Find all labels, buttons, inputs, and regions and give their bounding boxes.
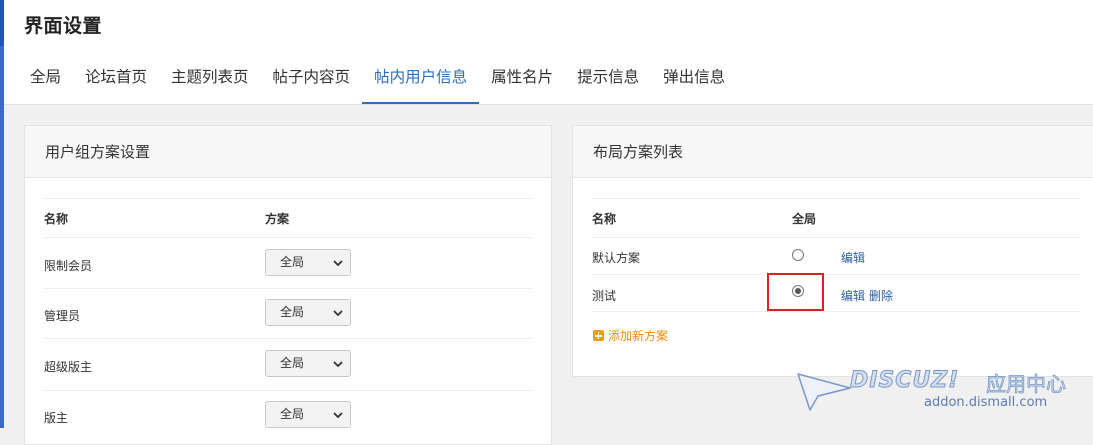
usergroup-name: 版主 (44, 411, 69, 425)
column-header-global: 全局 (792, 212, 817, 226)
column-header-name: 名称 (44, 212, 69, 226)
divider (592, 311, 1080, 312)
usergroup-name: 超级版主 (44, 360, 93, 374)
tab-bar: 全局 论坛首页 主题列表页 帖子内容页 帖内用户信息 属性名片 提示信息 弹出信… (18, 62, 737, 104)
chevron-down-icon (333, 361, 343, 368)
paper-plane-icon (797, 373, 851, 411)
scheme-select[interactable]: 全局 (265, 249, 351, 276)
plus-square-icon (593, 330, 604, 341)
scheme-select-value: 全局 (280, 356, 305, 370)
usergroup-scheme-panel: 用户组方案设置 (24, 125, 552, 445)
tab-global[interactable]: 全局 (18, 62, 73, 104)
scheme-select-value: 全局 (280, 305, 305, 319)
layout-panel-title: 布局方案列表 (573, 126, 1093, 178)
usergroup-panel-title: 用户组方案设置 (25, 126, 551, 178)
layout-name: 默认方案 (592, 251, 641, 265)
tab-post-user-info[interactable]: 帖内用户信息 (362, 62, 480, 104)
scheme-select[interactable]: 全局 (265, 350, 351, 377)
tab-profile-card[interactable]: 属性名片 (479, 62, 565, 104)
column-header-name: 名称 (592, 212, 617, 226)
divider (592, 274, 1080, 275)
page-title: 界面设置 (24, 15, 103, 37)
discuz-watermark: DISCUZ! 应用中心 addon.dismall.com (796, 366, 1086, 426)
divider (592, 198, 1080, 199)
scheme-select[interactable]: 全局 (265, 401, 351, 428)
global-radio[interactable] (792, 249, 804, 261)
tab-prompt-info[interactable]: 提示信息 (565, 62, 651, 104)
divider (44, 237, 532, 238)
scheme-select-value: 全局 (280, 255, 305, 269)
scheme-select-value: 全局 (280, 407, 305, 421)
tab-post-content[interactable]: 帖子内容页 (261, 62, 363, 104)
edit-link[interactable]: 编辑 (841, 287, 865, 304)
layout-name: 测试 (592, 289, 617, 303)
chevron-down-icon (333, 412, 343, 419)
watermark-brand: DISCUZ! (849, 368, 960, 394)
edit-link[interactable]: 编辑 (841, 249, 865, 266)
tab-popup-info[interactable]: 弹出信息 (651, 62, 737, 104)
add-scheme-link[interactable]: 添加新方案 (593, 327, 668, 344)
tab-forum-home[interactable]: 论坛首页 (73, 62, 159, 104)
divider (592, 237, 1080, 238)
divider (44, 390, 532, 391)
usergroup-name: 管理员 (44, 309, 81, 323)
delete-link[interactable]: 删除 (869, 287, 893, 304)
divider (44, 198, 532, 199)
tab-thread-list[interactable]: 主题列表页 (159, 62, 261, 104)
page-header: 界面设置 全局 论坛首页 主题列表页 帖子内容页 帖内用户信息 属性名片 提示信… (4, 0, 1093, 105)
chevron-down-icon (333, 260, 343, 267)
divider (44, 338, 532, 339)
divider (44, 288, 532, 289)
column-header-scheme: 方案 (265, 212, 290, 226)
watermark-url: addon.dismall.com (924, 395, 1048, 410)
watermark-brand-cn: 应用中心 (986, 372, 1067, 397)
add-scheme-label: 添加新方案 (608, 329, 669, 343)
chevron-down-icon (333, 310, 343, 317)
usergroup-name: 限制会员 (44, 259, 93, 273)
scheme-select[interactable]: 全局 (265, 299, 351, 326)
highlight-box (767, 273, 824, 311)
